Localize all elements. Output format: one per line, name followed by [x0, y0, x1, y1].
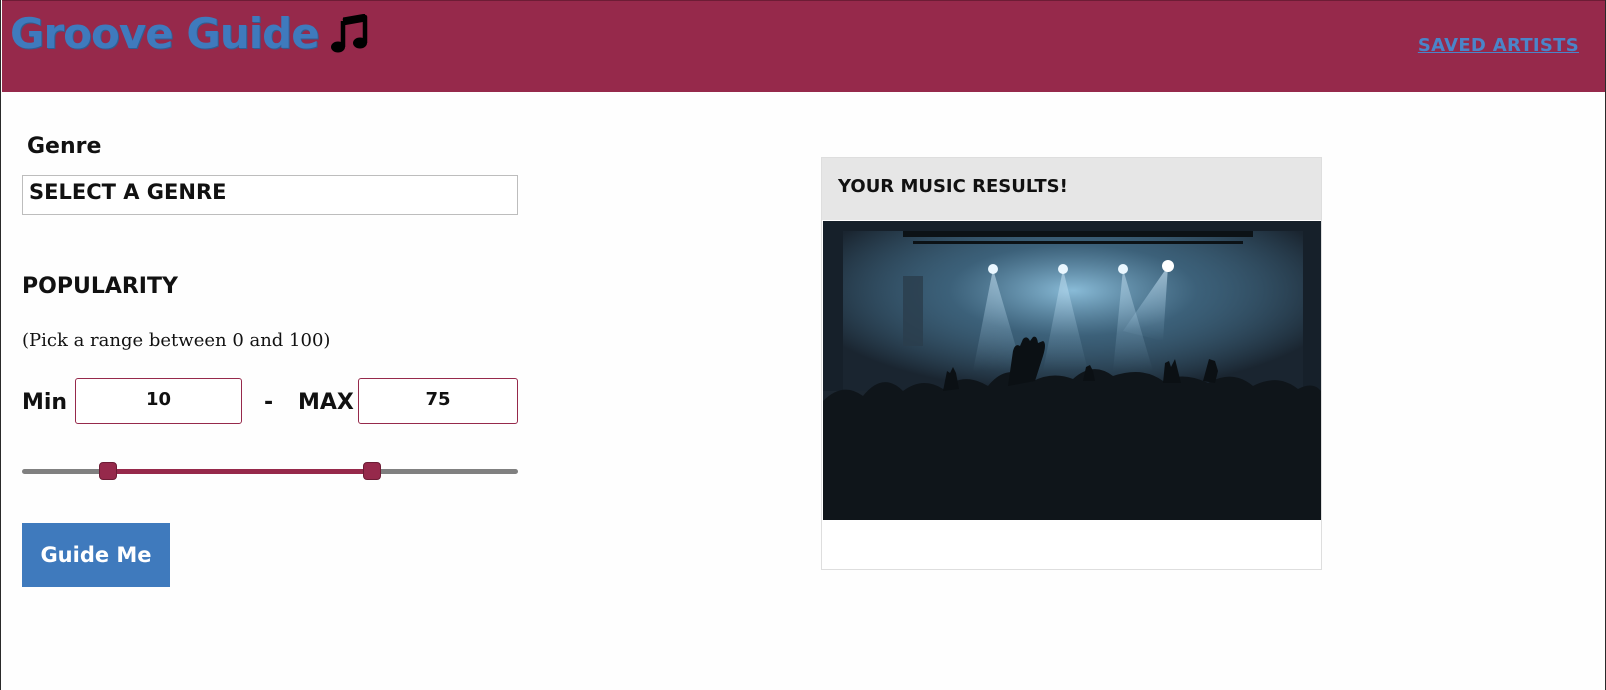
popularity-range-slider[interactable] — [22, 460, 518, 482]
min-label: Min — [22, 390, 68, 415]
slider-min-handle[interactable] — [98, 462, 117, 480]
min-input[interactable]: 10 — [75, 378, 242, 424]
max-label: Max — [298, 390, 354, 415]
results-card: Your Music Results! — [821, 157, 1322, 570]
brand[interactable]: Groove Guide — [10, 9, 371, 58]
music-note-icon — [330, 13, 367, 52]
concert-crowd-image — [823, 221, 1321, 520]
genre-select[interactable]: Select a Genre — [22, 175, 518, 215]
site-header: Groove Guide Saved Artists — [2, 0, 1605, 92]
slider-selected-range — [107, 469, 372, 474]
range-separator: - — [264, 390, 274, 415]
results-title: Your Music Results! — [822, 158, 1321, 220]
popularity-hint: (Pick a range between 0 and 100) — [22, 330, 331, 351]
site-title[interactable]: Groove Guide — [10, 9, 320, 58]
popularity-label: Popularity — [22, 274, 178, 299]
max-input[interactable]: 75 — [358, 378, 518, 424]
page: Groove Guide Saved Artists Genre Select … — [0, 0, 1606, 690]
genre-label: Genre — [27, 134, 102, 159]
popularity-range-row: Min 10 - Max 75 — [22, 378, 518, 424]
guide-me-button[interactable]: Guide me — [22, 523, 170, 587]
saved-artists-link[interactable]: Saved Artists — [1418, 35, 1579, 56]
slider-max-handle[interactable] — [362, 462, 381, 480]
